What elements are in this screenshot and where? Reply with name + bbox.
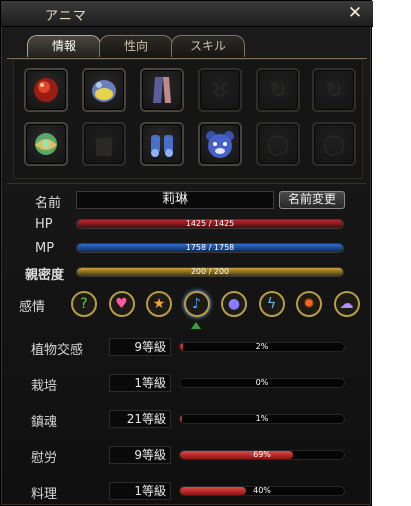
equip-slot-12[interactable]: ◯ — [312, 122, 356, 166]
accessory-empty-icon: ♉ — [211, 78, 229, 102]
skill-name: 鎮魂 — [31, 415, 58, 430]
hp-label: HP — [35, 217, 53, 232]
equip-slot-7[interactable] — [24, 122, 68, 166]
leg-armor-icon — [153, 77, 171, 103]
tab-strip: 情報 性向 スキル — [1, 35, 373, 59]
bear-head-icon — [206, 131, 234, 158]
star-emotion-icon[interactable]: ★ — [146, 291, 172, 317]
fire-emotion-icon[interactable]: ✹ — [296, 291, 322, 317]
heart-emotion-icon[interactable]: ♥ — [108, 291, 135, 317]
anima-window: アニマ ✕ 情報 性向 スキル ♉ ↻ ↻ ▆ ◯ ◯ 名前 莉琳 名前変更 H… — [0, 0, 373, 506]
section-divider — [7, 183, 367, 184]
equip-slot-5[interactable]: ↻ — [256, 68, 300, 112]
red-gem-icon — [34, 78, 58, 102]
skill-level: 1等級 — [109, 482, 171, 500]
emotion-selector-arrow — [191, 322, 201, 329]
title-bar[interactable]: アニマ ✕ — [1, 1, 373, 27]
equip-slot-6[interactable]: ↻ — [312, 68, 356, 112]
equip-slot-2[interactable] — [82, 68, 126, 112]
tab-skill[interactable]: スキル — [171, 35, 245, 57]
bracelet-empty-icon: ◯ — [322, 132, 346, 156]
shadow-emotion-icon[interactable]: ● — [221, 291, 247, 317]
ring-empty-icon: ↻ — [269, 78, 287, 102]
mp-bar: 1758 / 1758 — [76, 243, 344, 253]
mp-label: MP — [35, 241, 55, 256]
skill-progress-bar: 0% — [179, 378, 345, 388]
skill-name: 慰労 — [31, 451, 58, 466]
skill-progress-bar: 69% — [179, 450, 345, 460]
music-emotion-icon[interactable]: ♪ — [183, 291, 210, 317]
skill-progress-text: 69% — [253, 450, 271, 459]
tab-info[interactable]: 情報 — [27, 35, 101, 57]
ghost-emotion-icon[interactable]: ☁ — [333, 291, 360, 317]
equip-slot-10[interactable] — [198, 122, 242, 166]
equip-slot-11[interactable]: ◯ — [256, 122, 300, 166]
skill-progress-text: 0% — [255, 378, 269, 387]
close-button[interactable]: ✕ — [345, 3, 365, 23]
equip-slot-8[interactable]: ▆ — [82, 122, 126, 166]
rename-button[interactable]: 名前変更 — [279, 191, 345, 209]
hp-value: 1425 / 1425 — [185, 219, 235, 228]
skill-progress-text: 40% — [253, 486, 271, 495]
blue-boots-icon — [151, 135, 173, 157]
skill-progress-text: 1% — [255, 414, 269, 423]
skill-level: 1等級 — [109, 374, 171, 392]
equipment-panel: ♉ ↻ ↻ ▆ ◯ ◯ — [13, 59, 363, 179]
hp-bar: 1425 / 1425 — [76, 219, 344, 229]
skill-level: 21等級 — [109, 410, 171, 428]
equip-slot-3[interactable] — [140, 68, 184, 112]
equip-slot-9[interactable] — [140, 122, 184, 166]
tab-disposition[interactable]: 性向 — [99, 35, 173, 57]
bracelet-empty-icon: ◯ — [266, 132, 290, 156]
equip-slot-1[interactable] — [24, 68, 68, 112]
skill-progress-text: 2% — [255, 342, 269, 351]
lightning-emotion-icon[interactable]: ϟ — [258, 291, 285, 317]
skill-name: 料理 — [31, 487, 58, 502]
armor-empty-icon: ▆ — [96, 132, 112, 156]
intimacy-bar: 200 / 200 — [76, 267, 344, 277]
skill-level: 9等級 — [109, 338, 171, 356]
skill-progress-bar: 2% — [179, 342, 345, 352]
skill-level: 9等級 — [109, 446, 171, 464]
intimacy-label: 親密度 — [25, 268, 65, 283]
ring-empty-icon: ↻ — [325, 78, 343, 102]
skill-name: 植物交感 — [31, 343, 84, 358]
skill-progress-bar: 40% — [179, 486, 345, 496]
question-emotion-icon[interactable]: ? — [71, 291, 97, 317]
name-field: 莉琳 — [76, 191, 274, 209]
skill-name: 栽培 — [31, 379, 58, 394]
name-label: 名前 — [35, 196, 62, 211]
mp-value: 1758 / 1758 — [185, 243, 235, 252]
emotion-label: 感情 — [19, 300, 46, 315]
intimacy-value: 200 / 200 — [190, 267, 230, 276]
skill-progress-bar: 1% — [179, 414, 345, 424]
egg-orb-icon — [92, 80, 116, 102]
leaf-orb-icon — [35, 133, 57, 155]
window-title: アニマ — [45, 9, 87, 24]
equip-slot-4[interactable]: ♉ — [198, 68, 242, 112]
